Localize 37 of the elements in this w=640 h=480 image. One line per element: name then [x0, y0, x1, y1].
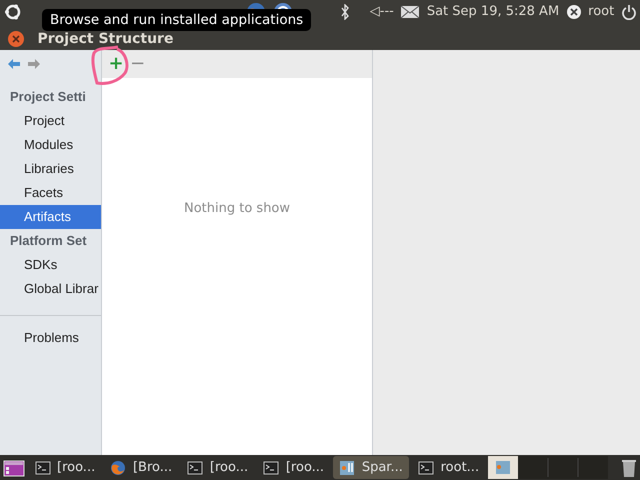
sidebar-item[interactable]: Artifacts	[0, 204, 101, 228]
sidebar-item[interactable]: SDKs	[0, 252, 101, 276]
terminal-icon	[418, 460, 434, 476]
mail-icon[interactable]	[400, 5, 420, 19]
sidebar-item[interactable]: Global Librar	[0, 276, 101, 300]
terminal-icon	[263, 460, 280, 476]
taskbar-button[interactable]: Spar...	[333, 456, 409, 479]
firefox-icon	[110, 460, 126, 476]
user-name[interactable]: root	[588, 2, 614, 22]
sidebar-item[interactable]: Facets	[0, 180, 101, 204]
ide-icon	[339, 460, 356, 476]
clock[interactable]: Sat Sep 19, 5:28 AM	[426, 2, 560, 22]
taskbar-button[interactable]: root...	[412, 456, 486, 479]
sidebar-item[interactable]: Modules	[0, 132, 101, 156]
show-desktop-icon[interactable]	[3, 458, 26, 476]
sidebar-item[interactable]: Project	[0, 108, 101, 132]
empty-message: Nothing to show	[184, 200, 290, 217]
group-heading: Project Setti	[9, 88, 87, 106]
taskbar-button[interactable]: [roo...	[257, 456, 330, 479]
sidebar-item[interactable]: Libraries	[0, 156, 101, 180]
terminal-icon	[187, 460, 204, 476]
tooltip: Browse and run installed applications	[42, 9, 312, 31]
sidebar-item[interactable]: Problems	[0, 326, 101, 350]
workspace-switcher[interactable]	[488, 456, 608, 479]
close-icon[interactable]	[6, 30, 24, 48]
volume-indicator[interactable]: ◁---	[370, 2, 394, 22]
window-title: Project Structure	[38, 30, 174, 48]
taskbar-button[interactable]: [roo...	[28, 456, 102, 479]
group-heading: Platform Set	[9, 232, 88, 250]
terminal-icon	[34, 460, 50, 476]
trash-icon[interactable]	[620, 458, 637, 478]
status-icon[interactable]	[566, 4, 582, 20]
power-icon[interactable]	[620, 4, 637, 20]
bluetooth-icon[interactable]	[340, 4, 350, 20]
back-arrow-icon[interactable]	[6, 58, 20, 70]
taskbar-button[interactable]: [roo...	[181, 456, 254, 479]
taskbar-button[interactable]: [Bro...	[104, 456, 178, 479]
